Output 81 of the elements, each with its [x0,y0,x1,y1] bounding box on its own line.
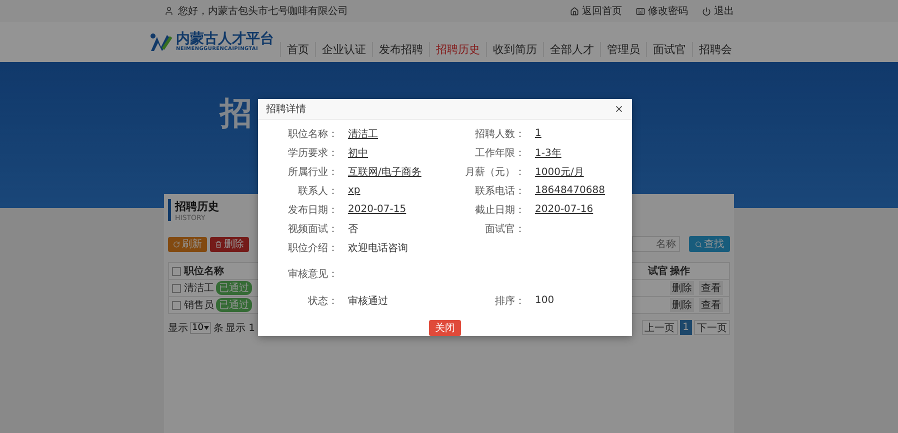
field-label: 职位介绍： [287,242,338,254]
banner-title: 招 [220,93,252,134]
unit-label: 条 [213,322,224,334]
summary-text: 显示 1 [225,322,255,334]
keyboard-icon [636,6,645,16]
column-header: 职位名称 [184,264,224,278]
prev-page-button[interactable]: 上一页 [642,320,678,335]
section-title: 招聘历史 [175,199,219,214]
field-label: 视频面试： [287,222,338,236]
caret-icon [204,326,210,330]
field-label: 职位名称： [287,128,338,140]
field-value: 100 [535,295,554,306]
delete-button[interactable]: 删除 [210,236,249,252]
field-label: 面试官： [484,222,525,236]
search-field[interactable]: 名称 [632,236,680,252]
top-link[interactable]: 返回首页 [570,4,622,18]
field-value: 审核通过 [348,294,388,308]
field-label: 所属行业： [287,166,338,178]
field-label: 联系人： [297,184,338,198]
field-value: 18648470688 [535,185,605,196]
logo-name: 内蒙古人才平台 [176,32,274,46]
greeting-text: 您好，内蒙古包头市七号咖啡有限公司 [178,4,348,18]
power-icon [702,6,711,16]
column-header: 试官 [648,264,668,278]
checkbox[interactable] [172,300,181,310]
field-value: 2020-07-15 [348,204,406,215]
field-value: 1-3年 [535,146,562,160]
field-label: 月薪（元）： [464,166,525,178]
nav-item[interactable]: 企业认证 [315,42,372,56]
refresh-icon [173,240,180,248]
home-icon [570,6,579,16]
action-button[interactable]: 查看 [699,298,723,312]
action-button[interactable]: 删除 [670,281,694,295]
logo-icon [149,31,173,53]
dialog-title: 招聘详情 [266,102,307,116]
field-label: 排序： [494,294,525,308]
action-button[interactable]: 查看 [699,281,723,295]
field-label: 审核意见： [287,268,338,281]
top-link[interactable]: 修改密码 [636,4,688,18]
close-button[interactable]: 关闭 [429,320,461,336]
field-label: 学历要求： [287,146,338,160]
checkbox[interactable] [172,266,181,276]
field-value: 欢迎电话咨询 [348,242,408,254]
field-value: 1 [535,128,542,139]
field-value: 互联网/电子商务 [348,166,422,178]
field-label: 状态： [307,294,338,308]
nav-item[interactable]: 管理员 [600,42,646,56]
nav-item[interactable]: 收到简历 [486,42,543,56]
column-header: 操作 [670,264,690,278]
field-value: 否 [348,222,358,236]
nav-item[interactable]: 全部人才 [543,42,600,56]
user-icon [164,6,174,16]
nav-item[interactable]: 招聘历史 [429,42,486,56]
search-icon [695,240,702,248]
page-size-select[interactable]: 10 [190,322,212,334]
field-value: xp [348,185,360,196]
table-cell-text: 清洁工 [184,282,214,295]
checkbox[interactable] [172,284,181,292]
show-label: 显示 [168,322,188,334]
nav-item[interactable]: 招聘会 [692,42,738,56]
status-badge: 已通过 [216,281,252,295]
status-badge: 已通过 [216,298,252,312]
top-link[interactable]: 退出 [702,4,734,18]
close-icon[interactable] [614,104,624,114]
field-label: 招聘人数： [474,128,525,140]
nav-item[interactable]: 首页 [280,42,315,56]
trash-icon [215,240,222,248]
field-label: 工作年限： [474,146,525,160]
field-label: 联系电话： [474,184,525,198]
nav-item[interactable]: 面试官 [646,42,692,56]
action-button[interactable]: 删除 [670,298,694,312]
field-value: 1000元/月 [535,166,584,178]
next-page-button[interactable]: 下一页 [694,320,730,335]
page-button[interactable]: 1 [680,320,692,335]
field-value: 清洁工 [348,128,378,140]
table-cell-text: 销售员 [184,299,214,312]
nav-item[interactable]: 发布招聘 [372,42,429,56]
field-value: 2020-07-16 [535,204,594,215]
field-label: 截止日期： [474,204,525,216]
field-value: 初中 [348,146,368,160]
field-label: 发布日期： [287,204,338,216]
